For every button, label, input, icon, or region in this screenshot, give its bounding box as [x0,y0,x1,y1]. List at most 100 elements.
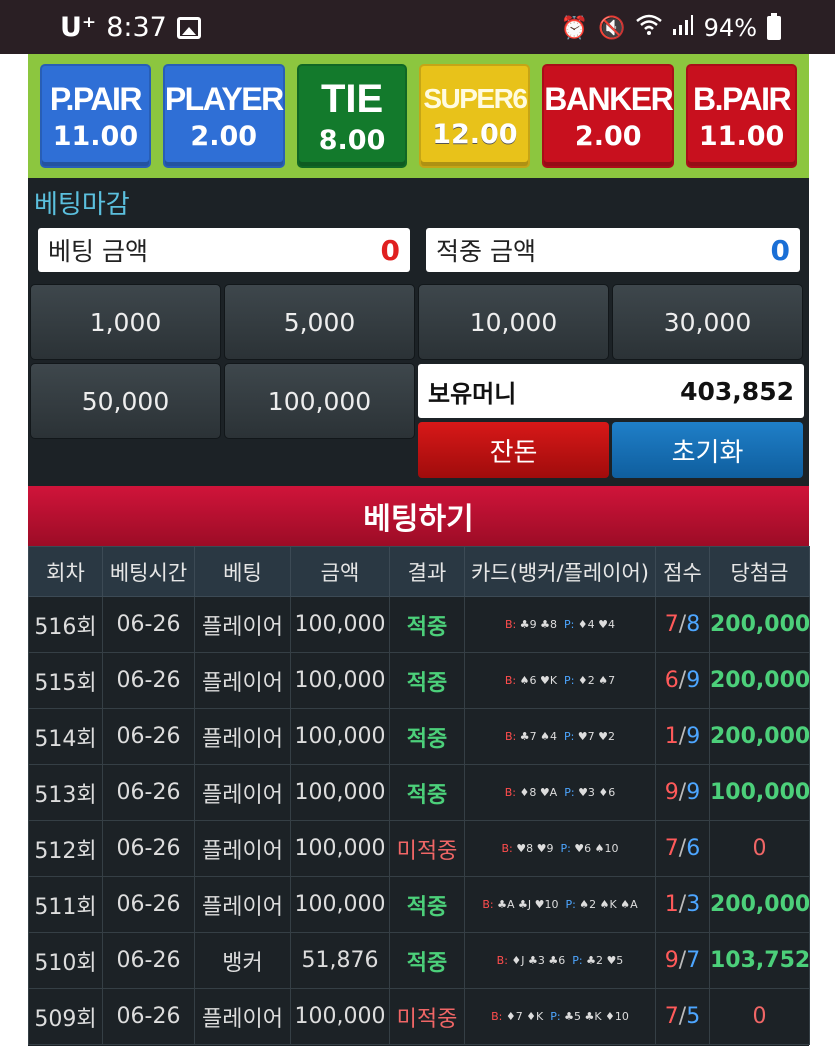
reset-button[interactable]: 초기화 [612,422,803,478]
cell-cards: B: ♥8 ♥9 P: ♥6 ♠10 [464,820,656,877]
col-header-bet: 베팅 [194,546,291,597]
table-row: 511회 06-26 플레이어 100,000 적중 B: ♣A ♣J ♥10 P: ♠2… [28,876,810,933]
mute-icon: 🔇 [598,15,626,41]
odds-value: 2.00 [574,120,642,152]
cell-amount: 100,000 [290,988,390,1045]
signal-icon [672,14,694,42]
cell-payout: 100,000 [709,764,810,821]
player-score: 5 [686,1004,701,1029]
odds-value: 8.00 [318,124,386,156]
place-bet-button[interactable]: 베팅하기 [28,486,809,546]
battery-icon [767,13,781,40]
table-row: 514회 06-26 플레이어 100,000 적중 B: ♣7 ♠4 P: ♥7 ♥2 1… [28,708,810,765]
table-header-row: 회차 베팅시간 베팅 금액 결과 카드(뱅커/플레이어) 점수 당첨금 [28,546,810,597]
cell-amount: 100,000 [290,708,390,765]
odds-tie-button[interactable]: TIE 8.00 [296,64,408,168]
chip-5000-button[interactable]: 5,000 [224,284,415,360]
banker-score: 1 [664,892,679,917]
chip-10000-button[interactable]: 10,000 [418,284,609,360]
cell-score: 1/3 [655,876,710,933]
player-cards-tag: P: [557,786,579,799]
chip-1000-button[interactable]: 1,000 [30,284,221,360]
player-cards: ♣5 ♣K ♦10 [564,1010,629,1023]
player-cards: ♥7 ♥2 [577,730,616,743]
cell-time: 06-26 [102,652,195,709]
cell-payout: 0 [709,820,810,877]
banker-cards: ♣A ♣J ♥10 [497,898,559,911]
hit-amount-box: 적중 금액 0 [426,228,800,272]
banker-cards: ♣9 ♣8 [519,618,557,631]
player-cards-tag: P: [557,674,578,687]
banker-score: 6 [664,668,679,693]
odds-value: 12.00 [432,118,518,150]
cell-score: 9/9 [655,764,710,821]
chip-50000-button[interactable]: 50,000 [30,363,221,439]
player-score: 3 [686,892,701,917]
cell-time: 06-26 [102,764,195,821]
cell-bet: 플레이어 [194,652,291,709]
cell-round: 514회 [28,708,103,765]
cell-bet: 플레이어 [194,596,291,653]
cell-bet: 플레이어 [194,764,291,821]
player-cards: ♠2 ♠K ♠A [579,898,638,911]
odds-bpair-button[interactable]: B.PAIR 11.00 [686,64,797,168]
cell-result: 적중 [389,652,465,709]
player-cards-tag: P: [543,1010,565,1023]
odds-player-button[interactable]: PLAYER 2.00 [162,64,285,168]
cell-round: 512회 [28,820,103,877]
chip-100000-button[interactable]: 100,000 [224,363,415,439]
odds-super6-button[interactable]: SUPER6 12.00 [419,64,531,168]
col-header-result: 결과 [389,546,465,597]
cell-score: 7/5 [655,988,710,1045]
cell-score: 7/8 [655,596,710,653]
odds-label: TIE [320,76,384,121]
banker-score: 9 [664,948,679,973]
odds-ppair-button[interactable]: P.PAIR 11.00 [40,64,151,168]
cell-round: 511회 [28,876,103,933]
bet-amount-label: 베팅 금액 [48,237,148,266]
cell-amount: 100,000 [290,652,390,709]
banker-cards-tag: B: [491,1010,506,1023]
image-icon [176,16,201,39]
banker-cards-tag: B: [504,730,520,743]
player-cards-tag: P: [553,842,575,855]
player-score: 6 [686,836,701,861]
hit-amount-label: 적중 금액 [436,237,536,266]
table-row: 515회 06-26 플레이어 100,000 적중 B: ♠6 ♥K P: ♦2 ♠7 6… [28,652,810,709]
col-header-score: 점수 [655,546,710,597]
cell-payout: 0 [709,988,810,1045]
odds-label: PLAYER [164,80,284,117]
banker-cards-tag: B: [504,786,520,799]
col-header-cards: 카드(뱅커/플레이어) [464,546,656,597]
cell-cards: B: ♦8 ♥A P: ♥3 ♦6 [464,764,656,821]
wifi-icon [635,14,662,42]
banker-cards: ♦7 ♦K [505,1010,544,1023]
odds-value: 2.00 [190,120,258,152]
cell-cards: B: ♣A ♣J ♥10 P: ♠2 ♠K ♠A [464,876,656,933]
change-button[interactable]: 잔돈 [418,422,609,478]
player-cards: ♣2 ♥5 [586,954,624,967]
odds-label: B.PAIR [693,80,792,117]
banker-cards-tag: B: [501,842,517,855]
status-left: U⁺ 8:37 [60,12,201,43]
table-row: 516회 06-26 플레이어 100,000 적중 B: ♣9 ♣8 P: ♦4 ♥4 7… [28,596,810,653]
cell-round: 516회 [28,596,103,653]
player-score: 8 [686,612,701,637]
banker-cards: ♦J ♣3 ♣6 [511,954,566,967]
odds-value: 11.00 [698,120,785,152]
odds-banker-button[interactable]: BANKER 2.00 [542,64,675,168]
cell-time: 06-26 [102,820,195,877]
chip-30000-button[interactable]: 30,000 [612,284,803,360]
player-score: 9 [686,780,701,805]
odds-value: 11.00 [52,120,139,152]
cell-cards: B: ♠6 ♥K P: ♦2 ♠7 [464,652,656,709]
player-cards-tag: P: [556,618,578,631]
banker-cards: ♠6 ♥K [519,674,558,687]
cell-time: 06-26 [102,932,195,989]
cell-payout: 200,000 [709,652,810,709]
cell-score: 1/9 [655,708,710,765]
player-score: 9 [686,668,701,693]
bet-amount-box: 베팅 금액 0 [38,228,410,272]
banker-cards: ♣7 ♠4 [519,730,557,743]
cell-amount: 100,000 [290,596,390,653]
